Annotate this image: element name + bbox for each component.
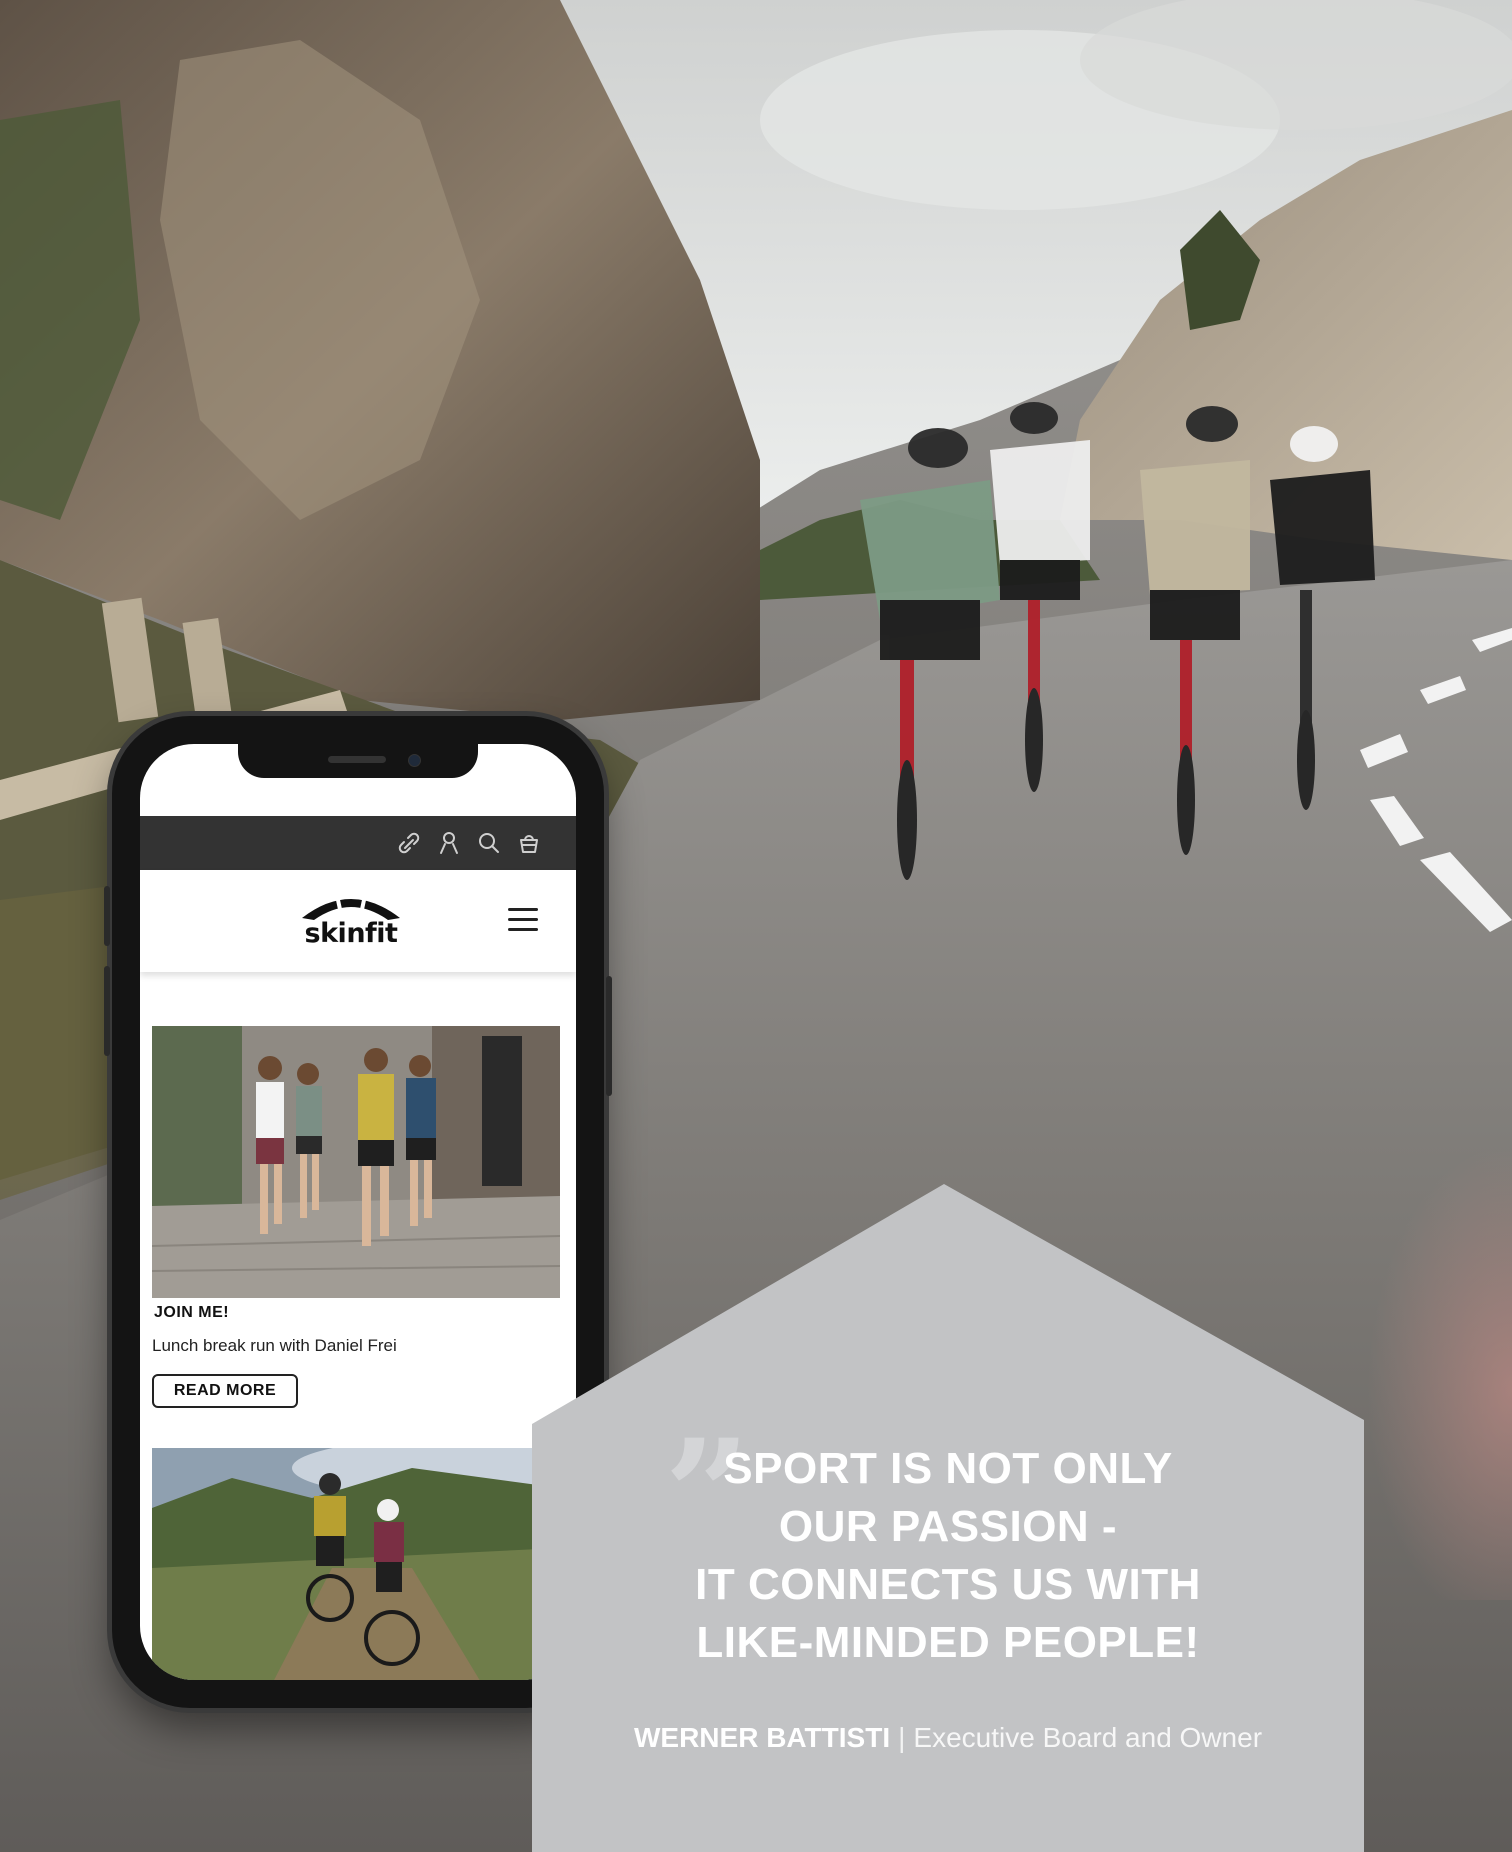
hamburger-menu-icon[interactable] [508, 908, 538, 934]
utility-bar [140, 816, 576, 870]
user-icon[interactable] [436, 830, 462, 856]
card-image-runners[interactable] [152, 1026, 560, 1298]
site-header: skinfit [140, 870, 576, 972]
quote-line: IT CONNECTS US WITH [695, 1560, 1201, 1609]
bag-icon[interactable] [516, 830, 542, 856]
quote-line: OUR PASSION - [778, 1502, 1118, 1551]
quote-line: SPORT IS NOT ONLY [723, 1444, 1173, 1493]
front-camera [408, 754, 421, 767]
card-image-bikers[interactable] [152, 1448, 560, 1680]
logo-arc-mark [302, 890, 400, 920]
quote-text: SPORT IS NOT ONLY OUR PASSION - IT CONNE… [532, 1440, 1364, 1672]
quote-line: LIKE-MINDED PEOPLE! [696, 1618, 1200, 1667]
logo-wordmark: skinfit [304, 918, 398, 949]
card-title: JOIN ME! [154, 1304, 230, 1321]
phone-mockup: skinfit JOIN ME! Lunch break run with Da… [104, 716, 612, 1708]
read-more-button[interactable]: READ MORE [152, 1374, 298, 1408]
phone-side-button [104, 886, 110, 946]
link-icon[interactable] [396, 830, 422, 856]
phone-screen: skinfit JOIN ME! Lunch break run with Da… [140, 744, 576, 1680]
card-subtitle: Lunch break run with Daniel Frei [152, 1336, 397, 1355]
speaker-grille [328, 756, 386, 763]
quote-attribution: WERNER BATTISTI | Executive Board and Owne… [532, 1722, 1364, 1754]
phone-power-button [606, 976, 612, 1096]
author-name: WERNER BATTISTI [633, 1722, 891, 1753]
phone-volume-button [104, 966, 110, 1056]
attribution-separator: | [898, 1722, 906, 1753]
phone-notch [238, 744, 478, 778]
search-icon[interactable] [476, 830, 502, 856]
author-role: Executive Board and Owner [913, 1722, 1263, 1753]
runners-photo [152, 1026, 560, 1298]
mountain-bikers-photo [152, 1448, 560, 1680]
skinfit-logo[interactable]: skinfit [296, 888, 406, 949]
